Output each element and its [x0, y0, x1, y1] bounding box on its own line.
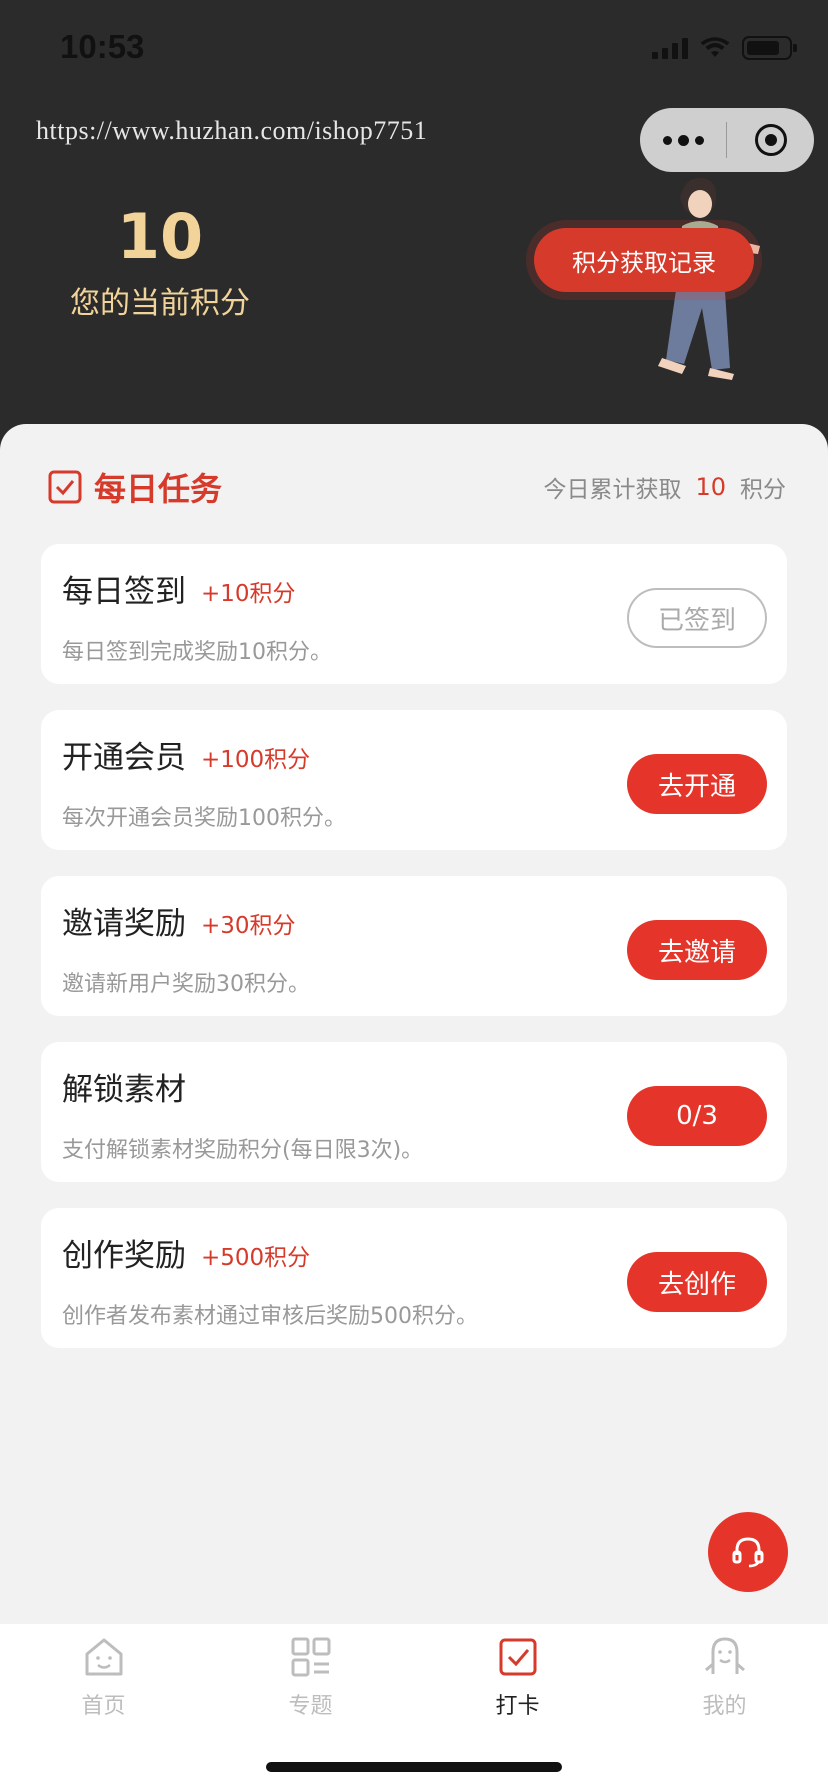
close-target-icon[interactable]	[727, 108, 814, 172]
status-time: 10:53	[60, 28, 145, 65]
task-description: 邀请新用户奖励30积分。	[62, 972, 310, 997]
checkbox-icon	[48, 470, 82, 504]
url-watermark: https://www.huzhan.com/ishop7751	[36, 116, 428, 145]
task-description: 创作者发布素材通过审核后奖励500积分。	[62, 1304, 478, 1329]
task-card-membership: 开通会员 +100积分 每次开通会员奖励100积分。 去开通	[41, 710, 787, 850]
tab-profile[interactable]: 我的	[621, 1624, 828, 1792]
task-name: 开通会员	[62, 740, 186, 776]
tab-home[interactable]: 首页	[0, 1624, 207, 1792]
wifi-icon	[700, 37, 730, 57]
main-content: 每日任务 今日累计获取 10 积分 每日签到 +10积分 每日签到完成奖励10积…	[0, 424, 828, 1624]
open-membership-button[interactable]: 去开通	[627, 754, 767, 814]
tab-label: 我的	[702, 1694, 747, 1719]
task-name: 解锁素材	[62, 1072, 186, 1108]
profile-icon	[704, 1637, 745, 1674]
task-description: 每日签到完成奖励10积分。	[62, 640, 332, 665]
home-indicator	[266, 1762, 562, 1772]
home-icon	[85, 1638, 122, 1676]
today-points-value: 10	[695, 473, 726, 501]
task-name: 每日签到	[62, 574, 186, 610]
walking-person-illustration	[658, 177, 760, 380]
points-record-button[interactable]: 积分获取记录	[534, 228, 754, 292]
status-icons	[652, 36, 797, 60]
mini-program-capsule	[640, 108, 814, 172]
task-name: 邀请奖励	[62, 906, 186, 942]
task-bonus: +10积分	[201, 581, 296, 607]
headset-icon	[732, 1537, 764, 1568]
today-prefix: 今日累计获取	[543, 477, 682, 503]
checkin-icon	[499, 1638, 536, 1676]
more-icon[interactable]	[640, 108, 726, 172]
create-button[interactable]: 去创作	[627, 1252, 767, 1312]
task-description: 每次开通会员奖励100积分。	[62, 806, 346, 831]
task-card-invite: 邀请奖励 +30积分 邀请新用户奖励30积分。 去邀请	[41, 876, 787, 1016]
task-card-checkin: 每日签到 +10积分 每日签到完成奖励10积分。 已签到	[41, 544, 787, 684]
header-banner: 10:53 https://www.huzhan.com/ishop7751 1…	[0, 0, 828, 460]
tab-label: 打卡	[495, 1694, 540, 1719]
invite-button[interactable]: 去邀请	[627, 920, 767, 980]
section-title-text: 每日任务	[94, 470, 223, 508]
tab-label: 专题	[288, 1694, 333, 1719]
unlock-progress-button[interactable]: 0/3	[627, 1086, 767, 1146]
battery-icon	[742, 36, 797, 60]
daily-tasks-title: 每日任务	[48, 464, 222, 510]
checked-in-button[interactable]: 已签到	[627, 588, 767, 648]
task-description: 支付解锁素材奖励积分(每日限3次)。	[62, 1138, 424, 1163]
grid-icon	[291, 1637, 330, 1677]
tab-label: 首页	[81, 1694, 126, 1719]
customer-service-button[interactable]	[708, 1512, 788, 1592]
current-points-label: 您的当前积分	[70, 286, 250, 321]
task-card-create: 创作奖励 +500积分 创作者发布素材通过审核后奖励500积分。 去创作	[41, 1208, 787, 1348]
task-name: 创作奖励	[62, 1238, 186, 1274]
task-card-unlock: 解锁素材 支付解锁素材奖励积分(每日限3次)。 0/3	[41, 1042, 787, 1182]
task-bonus: +100积分	[201, 747, 311, 773]
task-bonus: +500积分	[201, 1245, 311, 1271]
task-bonus: +30积分	[201, 913, 296, 939]
today-points-summary: 今日累计获取 10 积分	[543, 470, 786, 504]
signal-icon	[652, 37, 688, 59]
current-points-value: 10	[116, 200, 204, 273]
today-suffix: 积分	[740, 477, 786, 503]
